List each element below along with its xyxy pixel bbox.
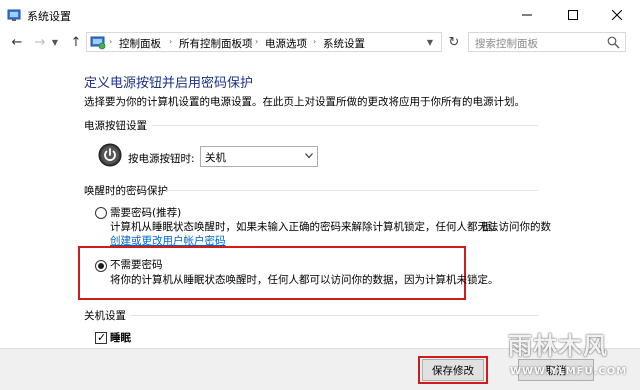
refresh-button[interactable]: ↻ [444,32,464,52]
checkmark-icon: ✓ [97,331,107,344]
breadcrumb-item[interactable]: 所有控制面板项 [179,36,253,51]
radio-no-password[interactable] [95,260,107,272]
power-button-label: 按电源按钮时: [128,153,195,165]
navigation-bar: ← → ▼ ↑ › 控制面板 › 所有控制面板项 › 电源选项 › 系统设置 ▼… [0,30,640,54]
back-button[interactable]: ← [9,33,25,51]
page-title: 定义电源按钮并启用密码保护 [84,76,254,91]
option-require-password-description-tail: 据。 [482,221,503,233]
section-heading-power-button: 电源按钮设置 [84,120,147,132]
section-heading-shutdown: 关机设置 [84,310,126,322]
maximize-icon [568,10,578,20]
option-no-password-description: 将你的计算机从睡眠状态唤醒时，任何人都可以访问你的数据，因为计算机未锁定。 [110,274,499,286]
option-require-password-label: 需要密码(推荐) [110,207,182,219]
power-button-action-value: 关机 [205,152,226,164]
save-highlight-box [418,356,488,384]
watermark: 雨林木风 WWW.YLMFU.COM [500,318,638,388]
up-button[interactable]: ↑ [68,33,84,51]
address-bar[interactable]: › 控制面板 › 所有控制面板项 › 电源选项 › 系统设置 [86,32,442,52]
breadcrumb-separator-icon: › [169,37,173,46]
power-icon [98,143,122,167]
search-icon [607,36,620,49]
close-button[interactable] [594,0,640,30]
chevron-down-icon [305,153,313,159]
section-divider [152,125,538,126]
page-description: 选择要为你的计算机设置的电源设置。在此页上对设置所做的更改将应用于你所有的电源计… [84,96,525,108]
refresh-icon: ↻ [448,34,460,50]
breadcrumb-item[interactable]: 系统设置 [323,36,365,51]
control-panel-icon [7,9,21,21]
checkbox-sleep[interactable]: ✓ [95,332,107,344]
watermark-url: WWW.YLMFU.COM [510,366,628,377]
window-title: 系统设置 [27,10,71,23]
close-icon [612,10,622,20]
breadcrumb-item[interactable]: 控制面板 [119,36,161,51]
recent-locations-button[interactable]: ▼ [50,33,60,51]
breadcrumb-separator-icon: › [255,37,259,46]
forward-button[interactable]: → [32,33,48,51]
chevron-down-icon: ▼ [51,37,59,47]
maximize-button[interactable] [550,0,596,30]
search-input[interactable]: 搜索控制面板 [468,32,626,52]
breadcrumb-separator-icon: › [109,37,113,46]
section-divider [166,190,538,191]
minimize-button[interactable] [504,0,550,30]
breadcrumb-item[interactable]: 电源选项 [265,36,307,51]
section-divider [130,315,538,316]
minimize-icon [522,14,532,16]
checkbox-sleep-label: 睡眠 [110,332,131,344]
option-no-password-label: 不需要密码 [110,259,163,271]
arrow-left-icon: ← [11,34,23,50]
control-panel-icon [90,36,106,50]
power-button-action-select[interactable]: 关机 [200,146,318,167]
title-bar: 系统设置 [0,0,640,30]
search-placeholder: 搜索控制面板 [475,38,538,50]
arrow-right-icon: → [34,34,46,50]
chevron-down-icon: ▼ [426,37,434,47]
address-dropdown-button[interactable]: ▼ [423,33,437,51]
radio-require-password[interactable] [95,207,107,219]
breadcrumb-separator-icon: › [313,37,317,46]
section-heading-password-protection: 唤醒时的密码保护 [84,185,168,197]
arrow-up-icon: ↑ [70,34,82,50]
watermark-logo: 雨林木风 [508,332,608,360]
